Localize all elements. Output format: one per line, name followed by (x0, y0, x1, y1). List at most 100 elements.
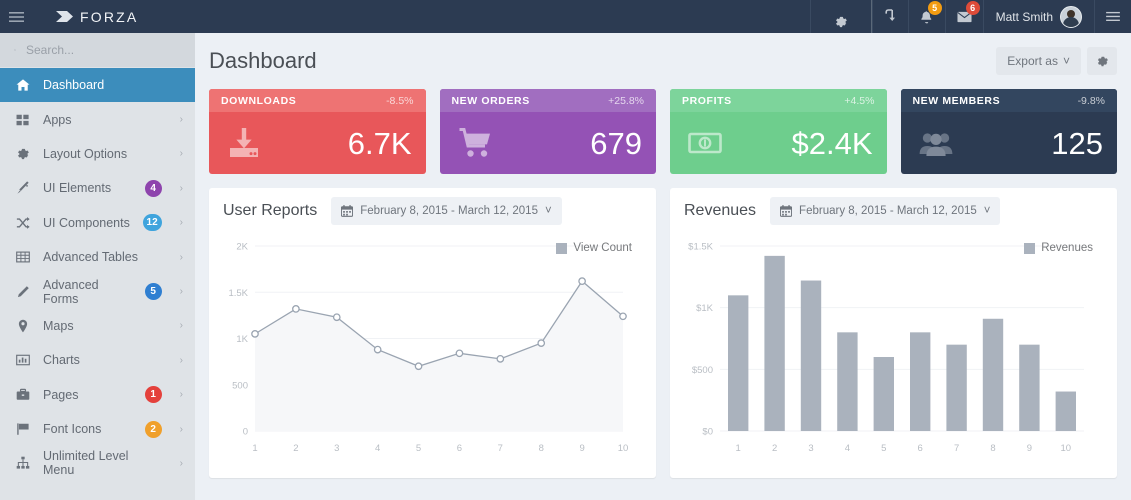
bar[interactable] (983, 319, 1003, 431)
search-input[interactable] (26, 43, 181, 57)
axis-tick-label: 2 (772, 443, 777, 454)
sidebar-item-label: Font Icons (43, 422, 133, 436)
data-point[interactable] (374, 346, 380, 352)
stat-card-title: NEW ORDERS (452, 95, 530, 107)
navbar-messages-button[interactable]: 6 (945, 0, 983, 33)
sidebar-item-label: Apps (43, 113, 162, 127)
data-point[interactable] (456, 350, 462, 356)
bar[interactable] (874, 357, 894, 431)
export-as-button[interactable]: Export as ˅ (996, 47, 1081, 75)
sidebar-item-font-icons[interactable]: Font Icons2› (0, 412, 195, 446)
axis-tick-label: 500 (232, 380, 248, 391)
sidebar-item-label: Advanced Forms (43, 278, 133, 306)
chevron-right-icon: › (180, 286, 183, 297)
sidebar-item-apps[interactable]: Apps› (0, 102, 195, 136)
sidebar-item-ui-elements[interactable]: UI Elements4› (0, 171, 195, 205)
sidebar-item-ui-components[interactable]: UI Components12› (0, 206, 195, 240)
stat-card-value: $2.4K (791, 128, 872, 159)
sidebar-item-label: Advanced Tables (43, 250, 162, 264)
sidebar-item-unlimited-level-menu[interactable]: Unlimited Level Menu› (0, 446, 195, 480)
chevron-right-icon: › (180, 355, 183, 366)
data-point[interactable] (252, 331, 258, 337)
user-menu-button[interactable]: Matt Smith (983, 0, 1094, 33)
bar[interactable] (764, 256, 784, 431)
bar[interactable] (1019, 345, 1039, 431)
bar[interactable] (946, 345, 966, 431)
axis-tick-label: 3 (808, 443, 813, 454)
legend-label: View Count (573, 242, 632, 254)
bar-chart[interactable]: Revenues $0$500$1K$1.5K12345678910 (674, 234, 1107, 478)
brand-logo-link[interactable]: FORZA (32, 0, 195, 33)
navbar-downloads-button[interactable] (872, 0, 908, 33)
stat-card-delta: -8.5% (386, 95, 413, 107)
calendar-icon (341, 205, 353, 217)
sidebar-item-dashboard[interactable]: Dashboard (0, 68, 195, 102)
stat-card-profits[interactable]: PROFITS+4.5%$2.4K (670, 89, 887, 174)
axis-tick-label: 7 (498, 443, 503, 454)
axis-tick-label: 6 (918, 443, 923, 454)
data-point[interactable] (293, 306, 299, 312)
arrow-down-hook-icon (884, 9, 897, 24)
date-range-picker-user-reports[interactable]: February 8, 2015 - March 12, 2015 ˅ (331, 197, 561, 225)
bar[interactable] (801, 281, 821, 431)
stat-card-downloads[interactable]: DOWNLOADS-8.5%6.7K (209, 89, 426, 174)
axis-tick-label: $1.5K (688, 242, 713, 253)
axis-tick-label: $0 (702, 427, 713, 438)
axis-tick-label: 10 (618, 443, 629, 454)
sidebar-item-label: Charts (43, 353, 162, 367)
date-range-picker-revenues[interactable]: February 8, 2015 - March 12, 2015 ˅ (770, 197, 1000, 225)
chevron-right-icon: › (180, 183, 183, 194)
data-point[interactable] (579, 278, 585, 284)
stat-card-body: 6.7K (209, 112, 426, 174)
stat-card-new-members[interactable]: NEW MEMBERS-9.8%125 (901, 89, 1118, 174)
sidebar-item-advanced-forms[interactable]: Advanced Forms5› (0, 274, 195, 308)
legend-swatch (1024, 243, 1035, 254)
data-point[interactable] (538, 340, 544, 346)
sidebar-item-pages[interactable]: Pages1› (0, 378, 195, 412)
navbar-notifications-button[interactable]: 5 (908, 0, 945, 33)
sidebar-menu: DashboardApps›Layout Options›UI Elements… (0, 67, 195, 481)
sidebar-toggle-button[interactable] (0, 0, 32, 33)
line-chart[interactable]: View Count 05001K1.5K2K12345678910 (213, 234, 646, 478)
sidebar-item-advanced-tables[interactable]: Advanced Tables› (0, 240, 195, 274)
panel-title: Revenues (684, 202, 756, 220)
stat-card-new-orders[interactable]: NEW ORDERS+25.8%679 (440, 89, 657, 174)
sidebar-search[interactable] (0, 33, 195, 67)
content-settings-button[interactable] (1087, 47, 1117, 75)
sidebar-item-layout-options[interactable]: Layout Options› (0, 137, 195, 171)
data-point[interactable] (620, 313, 626, 319)
chevron-right-icon: › (180, 389, 183, 400)
stat-card-delta: +25.8% (608, 95, 644, 107)
panel-revenues-header: Revenues Februar (670, 188, 1117, 234)
stat-card-header: NEW ORDERS +25.8% (440, 89, 657, 112)
chevron-right-icon: › (180, 148, 183, 159)
control-sidebar-toggle[interactable] (1094, 0, 1131, 33)
table-icon (14, 250, 31, 264)
data-point[interactable] (415, 363, 421, 369)
legend-swatch (556, 243, 567, 254)
map-pin-icon (14, 319, 31, 333)
sidebar-item-charts[interactable]: Charts › (0, 343, 195, 377)
data-point[interactable] (497, 356, 503, 362)
sidebar-item-maps[interactable]: Maps› (0, 309, 195, 343)
data-point[interactable] (334, 314, 340, 320)
bar[interactable] (728, 295, 748, 431)
stat-card-header: DOWNLOADS-8.5% (209, 89, 426, 112)
axis-tick-label: 5 (881, 443, 886, 454)
panel-user-reports-header: User Reports Feb (209, 188, 656, 234)
header-actions: Export as ˅ (996, 47, 1117, 75)
download-tray-icon (227, 126, 261, 160)
legend-label: Revenues (1041, 242, 1093, 254)
axis-tick-label: 1 (252, 443, 257, 454)
bar[interactable] (837, 332, 857, 431)
sidebar-item-label: Dashboard (43, 78, 183, 92)
gear-icon (1096, 55, 1109, 68)
chevron-down-icon: ˅ (1063, 54, 1070, 68)
bar[interactable] (1056, 392, 1076, 431)
page-title: Dashboard (209, 48, 317, 74)
bar[interactable] (910, 332, 930, 431)
chart-legend: Revenues (1024, 242, 1093, 254)
stat-card-header: NEW MEMBERS-9.8% (901, 89, 1118, 112)
navbar-spacer (195, 0, 810, 33)
notifications-badge: 5 (928, 1, 942, 15)
